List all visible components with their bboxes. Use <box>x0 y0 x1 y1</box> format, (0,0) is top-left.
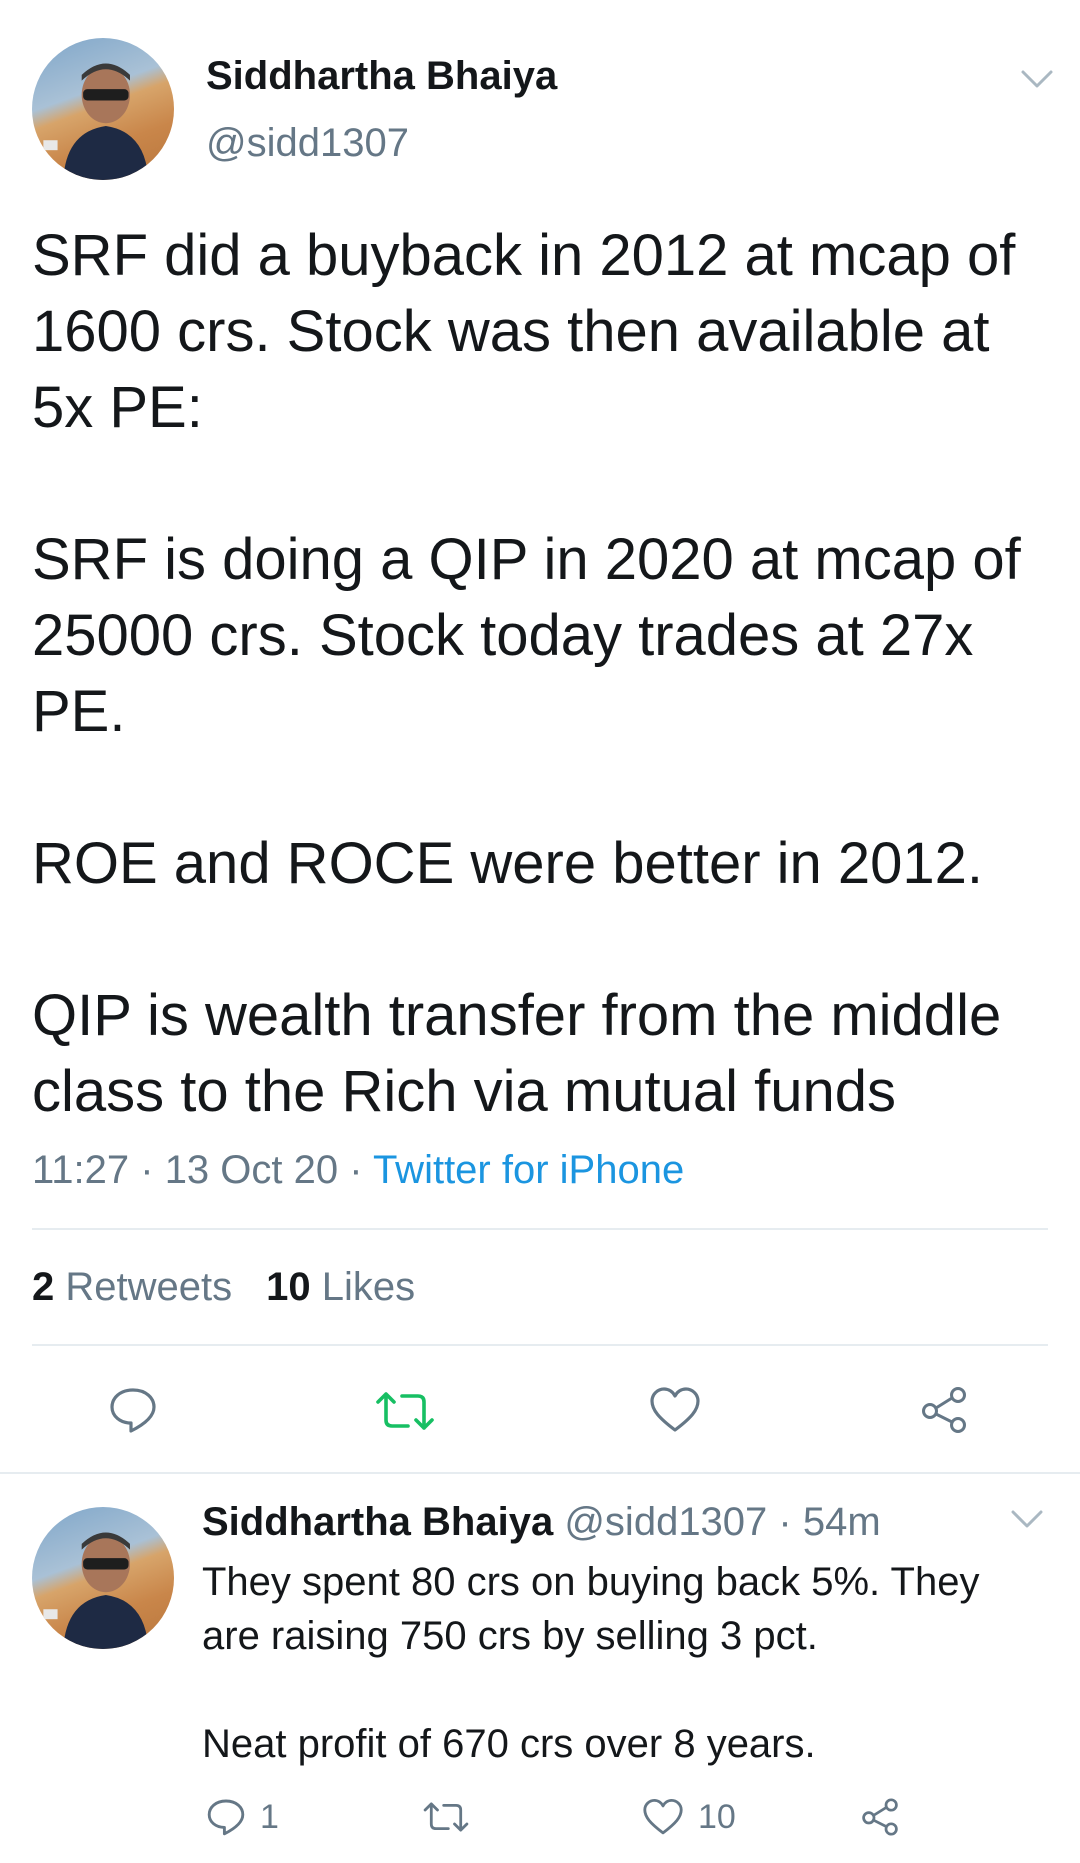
reply-like-button[interactable]: 10 <box>642 1794 736 1840</box>
reply-share-button[interactable] <box>860 1794 900 1840</box>
tweet-paragraph: SRF did a buyback in 2012 at mcap of 160… <box>32 223 1016 440</box>
divider <box>32 1344 1048 1346</box>
meta-separator: · <box>129 1148 165 1192</box>
tweet-paragraph: ROE and ROCE were better in 2012. <box>32 831 984 896</box>
tweet-stats: 2 Retweets 10 Likes <box>32 1265 415 1310</box>
likes-stat[interactable]: 10 Likes <box>266 1265 415 1309</box>
share-button[interactable] <box>919 1385 969 1435</box>
tweet-time: 11:27 <box>32 1148 130 1192</box>
reply-author-avatar[interactable] <box>32 1507 174 1649</box>
reply-author-name[interactable]: Siddhartha Bhaiya <box>202 1500 553 1544</box>
divider <box>0 1472 1080 1474</box>
divider <box>32 1228 1048 1230</box>
tweet-source-link[interactable]: Twitter for iPhone <box>373 1148 684 1192</box>
retweet-button[interactable] <box>374 1390 436 1432</box>
like-icon <box>643 1798 683 1835</box>
tweet-meta: 11:27 · 13 Oct 20 · Twitter for iPhone <box>32 1148 684 1193</box>
reply-text: They spent 80 crs on buying back 5%. The… <box>202 1555 1032 1771</box>
avatar-photo <box>43 1532 149 1649</box>
chevron-down-icon[interactable] <box>1010 1508 1044 1530</box>
reply-like-count: 10 <box>698 1797 736 1836</box>
retweet-icon <box>376 1392 434 1430</box>
meta-separator: · <box>338 1148 373 1192</box>
likes-label: Likes <box>321 1265 416 1309</box>
avatar-photo <box>43 63 149 180</box>
likes-count: 10 <box>266 1265 311 1309</box>
like-button[interactable] <box>649 1386 701 1434</box>
reply-count: 1 <box>260 1797 279 1836</box>
reply-retweet-button[interactable] <box>422 1794 470 1840</box>
retweets-stat[interactable]: 2 Retweets <box>32 1265 232 1309</box>
reply-reply-button[interactable]: 1 <box>206 1794 279 1840</box>
author-handle[interactable]: @sidd1307 <box>206 121 409 166</box>
tweet-paragraph: SRF is doing a QIP in 2020 at mcap of 25… <box>32 527 1021 744</box>
tweet-text: SRF did a buyback in 2012 at mcap of 160… <box>32 218 1052 1130</box>
reply-icon <box>207 1799 245 1836</box>
reply-icon <box>110 1388 156 1433</box>
reply-paragraph: Neat profit of 670 crs over 8 years. <box>202 1722 816 1766</box>
share-icon <box>862 1798 898 1836</box>
share-icon <box>922 1387 966 1433</box>
reply-header: Siddhartha Bhaiya @sidd1307 · 54m <box>202 1500 881 1545</box>
reply-button[interactable] <box>108 1386 158 1434</box>
chevron-down-icon[interactable] <box>1020 68 1054 90</box>
reply-age: · 54m <box>778 1500 881 1544</box>
retweets-label: Retweets <box>65 1265 233 1309</box>
retweet-icon <box>423 1802 469 1832</box>
author-avatar[interactable] <box>32 38 174 180</box>
author-name[interactable]: Siddhartha Bhaiya <box>206 54 557 99</box>
tweet-date: 13 Oct 20 <box>164 1148 339 1192</box>
reply-paragraph: They spent 80 crs on buying back 5%. The… <box>202 1560 980 1658</box>
retweets-count: 2 <box>32 1265 55 1309</box>
tweet-paragraph: QIP is wealth transfer from the middle c… <box>32 983 1002 1124</box>
like-icon <box>650 1387 700 1432</box>
reply-author-handle[interactable]: @sidd1307 <box>564 1500 767 1544</box>
